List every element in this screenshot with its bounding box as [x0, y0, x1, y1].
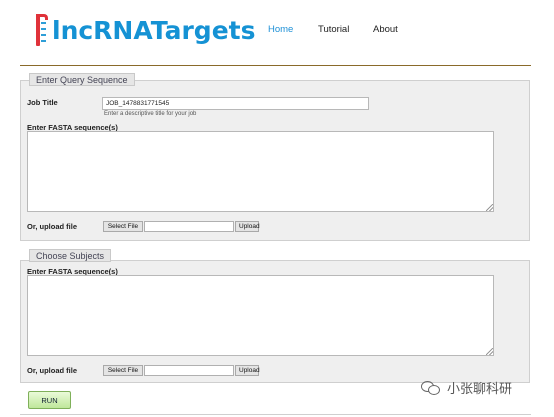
subjects-upload-label: Or, upload file — [27, 366, 78, 375]
footer-divider — [20, 414, 531, 415]
watermark: 小张聊科研 — [421, 378, 512, 397]
app-logo[interactable]: lncRNATargets — [34, 10, 255, 46]
job-title-label: Job Title — [27, 98, 58, 107]
job-title-input[interactable] — [102, 97, 369, 110]
subjects-file-name-field — [144, 365, 234, 376]
nav-about-link[interactable]: About — [373, 24, 398, 35]
query-textarea-resize-handle[interactable] — [486, 204, 493, 211]
nav-home-link[interactable]: Home — [268, 24, 293, 35]
query-upload-button[interactable]: Upload — [235, 221, 260, 232]
query-fasta-textarea[interactable] — [27, 131, 494, 212]
header-divider — [20, 65, 531, 66]
rna-strand-icon — [34, 12, 50, 46]
query-select-file-button[interactable]: Select File — [103, 221, 143, 232]
job-title-hint: Enter a descriptive title for your job — [104, 111, 197, 117]
watermark-text: 小张聊科研 — [447, 382, 513, 397]
chat-bubbles-icon — [421, 380, 441, 396]
logo-text: lncRNATargets — [52, 16, 256, 45]
nav-tutorial-link[interactable]: Tutorial — [318, 24, 349, 35]
query-file-name-field — [144, 221, 234, 232]
subjects-upload-button[interactable]: Upload — [235, 365, 260, 376]
run-button[interactable]: RUN — [28, 391, 71, 409]
query-section-legend: Enter Query Sequence — [29, 73, 135, 86]
subjects-select-file-button[interactable]: Select File — [103, 365, 143, 376]
subjects-fasta-textarea[interactable] — [27, 275, 494, 356]
query-upload-label: Or, upload file — [27, 222, 78, 231]
subjects-section-legend: Choose Subjects — [29, 249, 112, 262]
subjects-textarea-resize-handle[interactable] — [486, 348, 493, 355]
